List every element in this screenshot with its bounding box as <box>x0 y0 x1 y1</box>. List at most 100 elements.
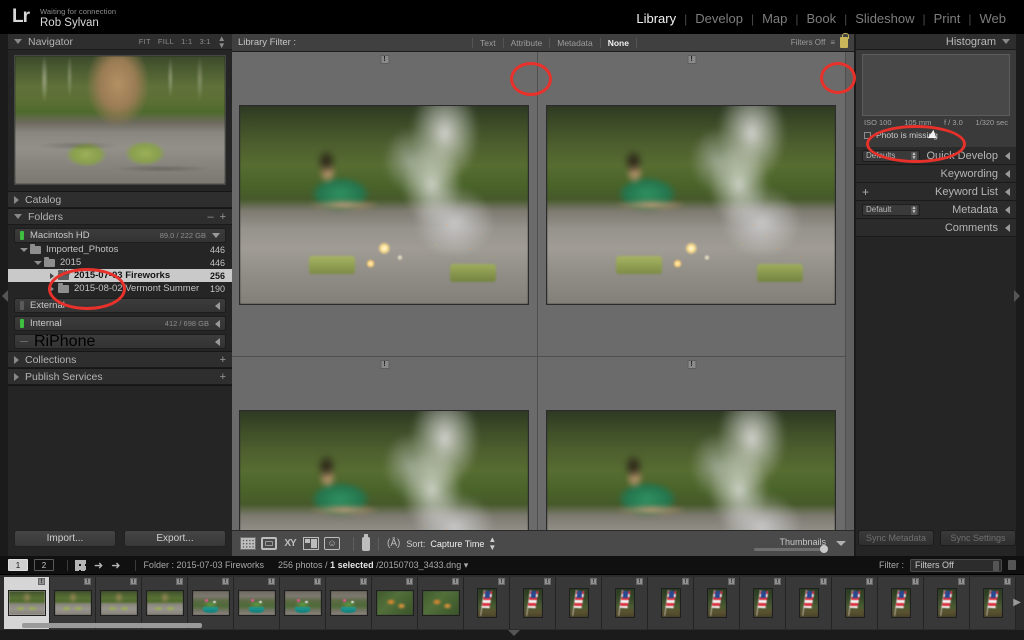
photo-missing-badge[interactable]: ! <box>380 360 389 369</box>
module-map[interactable]: Map <box>754 11 795 26</box>
identity-plate[interactable]: Waiting for connection Rob Sylvan <box>40 7 116 29</box>
folder-row-imported-photos[interactable]: Imported_Photos 446 <box>8 243 232 256</box>
photo-missing-badge[interactable]: ! <box>544 577 551 585</box>
module-print[interactable]: Print <box>926 11 969 26</box>
spray-can-icon[interactable] <box>362 533 370 551</box>
folder-row-2015-07-03-fireworks[interactable]: 2015-07-03 Fireworks 256 <box>8 268 232 282</box>
left-panel-collapse-arrow[interactable] <box>2 290 10 306</box>
disclosure-toggle[interactable] <box>46 285 58 292</box>
filter-tab-text[interactable]: Text <box>472 37 503 48</box>
catalog-header[interactable]: Catalog <box>8 192 232 208</box>
grid-view[interactable]: ! ! ! ! <box>232 52 854 556</box>
grid-cell[interactable]: ! <box>538 357 846 556</box>
photo-missing-badge[interactable]: ! <box>38 577 45 585</box>
photo-missing-badge[interactable]: ! <box>176 577 183 585</box>
add-publish-service-button[interactable]: + <box>220 371 226 382</box>
module-book[interactable]: Book <box>798 11 844 26</box>
az-sort-icon[interactable]: (Å) <box>387 538 400 549</box>
loupe-view-icon[interactable] <box>261 537 277 550</box>
filmstrip-thumb[interactable]: ! <box>50 576 96 629</box>
back-arrow-icon[interactable]: ➜ <box>94 559 103 572</box>
filmstrip-thumb[interactable]: ! <box>4 576 50 629</box>
photo-missing-badge[interactable]: ! <box>498 577 505 585</box>
chevron-left-icon[interactable] <box>1005 151 1010 160</box>
quick-develop-preset-select[interactable]: Defaults ▲ ▼ <box>862 149 920 162</box>
filter-select[interactable]: Filters Off <box>910 558 1002 572</box>
filmstrip-next-icon[interactable]: ▶ <box>1013 597 1021 608</box>
photo-missing-badge[interactable]: ! <box>360 577 367 585</box>
metadata-header[interactable]: Default ▲ ▼ Metadata <box>856 201 1016 219</box>
zoom-fit[interactable]: FIT <box>139 37 151 46</box>
histogram-graph[interactable] <box>862 54 1010 116</box>
filmstrip-thumb[interactable]: ! <box>234 576 280 629</box>
screen-1-button[interactable]: 1 <box>8 559 28 571</box>
disclosure-toggle[interactable] <box>46 272 58 279</box>
add-folder-button[interactable]: + <box>220 211 226 222</box>
stepper-icon[interactable]: ▲ ▼ <box>911 205 917 215</box>
add-keyword-button[interactable]: + <box>862 186 869 198</box>
chevron-down-icon[interactable] <box>14 214 22 219</box>
metadata-preset-select[interactable]: Default ▲ ▼ <box>862 203 920 216</box>
export-button[interactable]: Export... <box>124 530 226 547</box>
stepper-icon[interactable]: ▲ ▼ <box>911 151 917 161</box>
navigator-preview[interactable] <box>14 55 226 185</box>
collections-header[interactable]: Collections + <box>8 352 232 368</box>
photo-missing-badge[interactable]: ! <box>820 577 827 585</box>
histogram-header[interactable]: Histogram <box>856 34 1016 50</box>
filmstrip-thumb[interactable]: ! <box>786 576 832 629</box>
filter-lock-icon[interactable] <box>1008 560 1016 570</box>
filters-state-label[interactable]: Filters Off <box>791 38 826 47</box>
photo-missing-badge[interactable]: ! <box>406 577 413 585</box>
add-collection-button[interactable]: + <box>220 354 226 365</box>
grid-view-icon[interactable] <box>240 537 256 550</box>
filmstrip-thumb[interactable]: ! <box>970 576 1016 629</box>
grid-cell[interactable]: ! <box>538 52 846 357</box>
photo-missing-badge[interactable]: ! <box>774 577 781 585</box>
zoom-fill[interactable]: FILL <box>158 37 174 46</box>
photo-missing-badge[interactable]: ! <box>866 577 873 585</box>
photo-missing-badge[interactable]: ! <box>222 577 229 585</box>
people-view-icon[interactable] <box>324 537 340 550</box>
photo-missing-badge[interactable]: ! <box>912 577 919 585</box>
module-develop[interactable]: Develop <box>687 11 751 26</box>
chevron-down-icon[interactable]: ▾ <box>464 560 469 570</box>
filter-tab-none[interactable]: None <box>599 37 637 48</box>
device-row-riphone[interactable]: ⎯⎯ RiPhone <box>14 333 226 350</box>
folder-row-2015[interactable]: 2015 446 <box>8 256 232 269</box>
chevron-left-icon[interactable] <box>1005 187 1010 196</box>
volume-row-macintosh-hd[interactable]: Macintosh HD 89.0 / 222 GB <box>14 228 226 243</box>
grid-thumbnail[interactable] <box>239 105 529 305</box>
module-library[interactable]: Library <box>628 11 684 26</box>
filmstrip[interactable]: ! ! ! ! ! ! ! ! ! ! ! ! ! ! ! ! ! ! ! ! … <box>0 575 1024 630</box>
filmstrip-thumb[interactable]: ! <box>326 576 372 629</box>
filmstrip-thumb[interactable]: ! <box>372 576 418 629</box>
photo-missing-badge[interactable]: ! <box>380 55 389 64</box>
folder-row-2015-08-02-vermont-summer[interactable]: 2015-08-02 Vermont Summer 190 <box>8 282 232 295</box>
filmstrip-thumb[interactable]: ! <box>694 576 740 629</box>
photo-missing-badge[interactable]: ! <box>682 577 689 585</box>
zoom-stepper-icon[interactable]: ▲ ▼ <box>218 34 226 49</box>
volume-row-external[interactable]: External <box>14 298 226 313</box>
photo-missing-badge[interactable]: ! <box>687 360 696 369</box>
disclosure-toggle[interactable] <box>18 247 30 252</box>
import-button[interactable]: Import... <box>14 530 116 547</box>
toolbar-options-icon[interactable] <box>836 541 846 546</box>
filmstrip-thumb[interactable]: ! <box>510 576 556 629</box>
filmstrip-collapse-arrow[interactable] <box>508 630 524 638</box>
forward-arrow-icon[interactable]: ➜ <box>111 559 120 572</box>
chevron-down-icon[interactable] <box>1002 39 1010 44</box>
filmstrip-thumb[interactable]: ! <box>740 576 786 629</box>
sync-metadata-button[interactable]: Sync Metadata <box>858 530 934 546</box>
filmstrip-source-label[interactable]: Folder : 2015-07-03 Fireworks <box>143 560 264 570</box>
stepper-icon[interactable] <box>993 561 999 571</box>
grid-icon[interactable] <box>75 559 86 571</box>
sort-direction-icon[interactable]: ▲ ▼ <box>488 535 496 552</box>
photo-missing-badge[interactable]: ! <box>1004 577 1011 585</box>
filmstrip-thumb[interactable]: ! <box>280 576 326 629</box>
chevron-right-icon[interactable] <box>14 195 19 204</box>
folders-header[interactable]: Folders – + <box>8 209 232 225</box>
filmstrip-thumb[interactable]: ! <box>464 576 510 629</box>
keywording-header[interactable]: Keywording <box>856 165 1016 183</box>
photo-missing-badge[interactable]: ! <box>636 577 643 585</box>
zoom-1-1[interactable]: 1:1 <box>181 37 192 46</box>
